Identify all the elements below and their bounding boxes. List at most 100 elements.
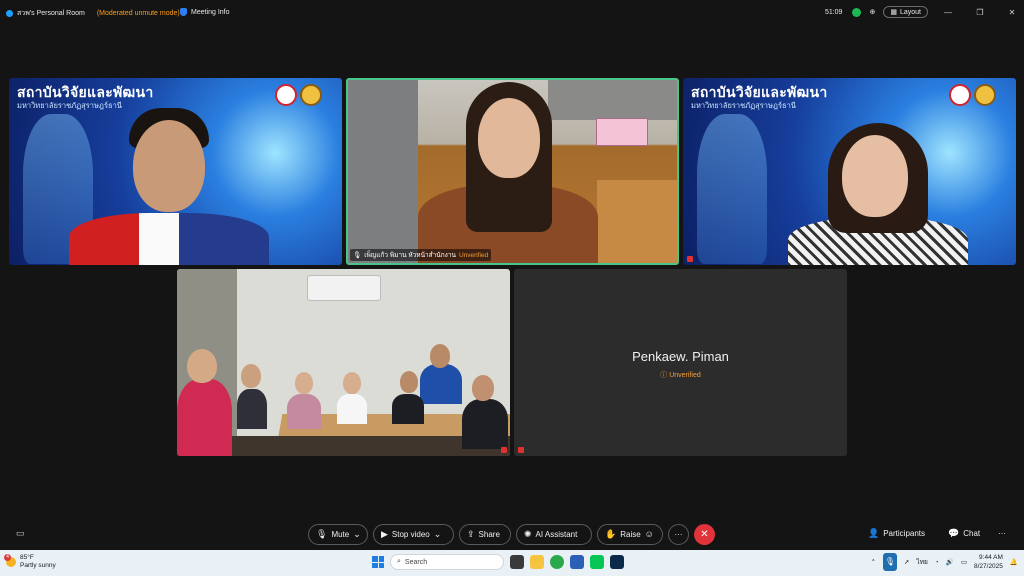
participants-icon: 👤 [868, 528, 880, 538]
notification-badge: 4 [4, 554, 11, 561]
restore-icon[interactable]: ❐ [968, 8, 992, 17]
reaction-icon[interactable]: ☺ [645, 530, 654, 539]
room-info: สวพ's Personal Room (Moderated unmute mo… [6, 8, 180, 19]
raise-hand-button[interactable]: ✋ Raise ☺ [597, 524, 663, 545]
share-button[interactable]: ⇪ Share [459, 524, 511, 545]
stop-video-label: Stop video [391, 530, 430, 539]
more-label: ··· [674, 530, 683, 539]
warning-icon: ⓘ [660, 372, 668, 379]
participants-button[interactable]: 👤 Participants [868, 528, 926, 539]
background-statue [697, 114, 767, 264]
unverified-badge: Unverified [458, 251, 489, 259]
zoom-icon[interactable]: ⊕ [869, 8, 875, 16]
windows-taskbar: 4 85°F Partly sunny ⌕ Search ⌃ 🎙 ➚ ไทย ◔… [0, 550, 1024, 576]
end-meeting-button[interactable]: ✕ [694, 524, 715, 545]
muted-mic-icon [501, 447, 507, 453]
background-org-subtitle: มหาวิทยาลัยราชภัฏสุราษฎร์ธานี [691, 101, 796, 110]
chevron-down-icon[interactable]: ⌄ [353, 530, 361, 539]
video-tile-penkaew[interactable]: Penkaew. Piman ⓘ Unverified [514, 269, 847, 456]
mic-in-use-icon[interactable]: 🎙 [882, 553, 897, 571]
participant-name: เพ็ญแก้ว พิมาน หัวหน้าสำนักงาน [364, 252, 456, 259]
meeting-timer: 51:09 [824, 8, 843, 16]
file-explorer-icon[interactable] [530, 555, 544, 569]
taskbar-search[interactable]: ⌕ Search [390, 554, 504, 570]
participants-label: Participants [883, 529, 926, 538]
emblem-icon [300, 84, 322, 106]
chat-button[interactable]: 💬 Chat [948, 528, 981, 539]
microphone-icon: 🎙 [316, 529, 328, 539]
chevron-down-icon[interactable]: ⌄ [434, 530, 442, 539]
logo-icon [275, 84, 297, 106]
meeting-controls: ▭ 🎙 Mute ⌄ ▶ Stop video ⌄ ⇪ Share ✺ AI A… [0, 522, 1024, 548]
participant-name: Penkaew. Piman [632, 349, 729, 364]
participant-video [788, 123, 968, 265]
title-bar: สวพ's Personal Room (Moderated unmute mo… [0, 0, 1024, 24]
video-tile-active-speaker[interactable]: 🎙 เพ็ญแก้ว พิมาน หัวหน้าสำนักงาน Unverif… [346, 78, 679, 265]
weather-temp: 85°F [20, 554, 34, 561]
titlebar-right: 51:09 ⊕ ▦ Layout — ❐ ✕ [825, 6, 1024, 18]
ai-assistant-label: AI Assistant [535, 530, 578, 539]
captions-icon[interactable]: ▭ [16, 528, 25, 539]
battery-icon[interactable]: ▭ [961, 558, 967, 566]
ai-assistant-icon: ✺ [524, 529, 532, 539]
share-label: Share [478, 530, 500, 539]
chat-icon: 💬 [948, 528, 960, 538]
windows-start-icon[interactable] [372, 556, 384, 568]
layout-label: Layout [899, 8, 921, 16]
line-app-icon[interactable] [590, 555, 604, 569]
mic-icon: 🎙 [353, 252, 362, 259]
video-tile-participant-3[interactable]: สถาบันวิจัยและพัฒนา มหาวิทยาลัยราชภัฏสุร… [683, 78, 1016, 265]
meeting-info-label: Meeting Info [191, 8, 230, 16]
webex-logo-icon [6, 10, 13, 17]
notifications-icon[interactable]: 🔔 [1010, 558, 1018, 566]
hand-icon: ✋ [605, 529, 617, 539]
language-indicator[interactable]: ไทย [916, 557, 927, 567]
volume-icon[interactable]: 🔊 [946, 558, 954, 566]
system-tray: ⌃ 🎙 ➚ ไทย ◔ 🔊 ▭ 9:44 AM 8/27/2025 🔔 [871, 553, 1018, 571]
background-logos [949, 84, 996, 106]
chevron-up-icon[interactable]: ⌃ [871, 558, 876, 566]
search-icon: ⌕ [397, 558, 401, 565]
task-view-icon[interactable] [510, 555, 524, 569]
camera-icon: ▶ [381, 529, 388, 539]
connection-status-icon[interactable] [852, 7, 862, 17]
clock-date: 8/27/2025 [973, 563, 1003, 570]
chat-label: Chat [963, 529, 981, 538]
stop-video-button[interactable]: ▶ Stop video ⌄ [373, 524, 454, 545]
video-tile-participant-1[interactable]: สถาบันวิจัยและพัฒนา มหาวิทยาลัยราชภัฏสุร… [9, 78, 342, 265]
pen-icon[interactable]: ➚ [904, 558, 909, 566]
weather-widget[interactable]: 4 85°F Partly sunny [4, 554, 56, 570]
partly-sunny-icon: 4 [4, 554, 16, 567]
air-conditioner [307, 275, 381, 301]
clock-time: 9:44 AM [979, 554, 1003, 561]
room-name: สวพ's Personal Room [17, 10, 85, 17]
share-icon: ⇪ [467, 529, 475, 539]
clock[interactable]: 9:44 AM 8/27/2025 [974, 553, 1003, 571]
layout-button[interactable]: ▦ Layout [883, 6, 928, 18]
conference-room-video [177, 269, 510, 456]
ai-assistant-button[interactable]: ✺ AI Assistant [516, 524, 592, 545]
minimize-icon[interactable]: — [936, 8, 960, 17]
mute-button[interactable]: 🎙 Mute ⌄ [308, 524, 368, 545]
overflow-label: ··· [998, 529, 1006, 538]
layout-icon: ▦ [890, 9, 897, 16]
muted-mic-icon [687, 256, 693, 262]
moderated-mode-label: (Moderated unmute mode) [96, 10, 180, 17]
taskbar-apps: ⌕ Search [372, 554, 624, 570]
logo-icon [949, 84, 971, 106]
wifi-icon[interactable]: ◔ [935, 559, 939, 566]
overflow-menu-button[interactable]: ··· [998, 529, 1006, 538]
close-icon[interactable]: ✕ [1000, 8, 1024, 17]
video-tile-conference-room[interactable] [177, 269, 510, 456]
participant-video [408, 80, 608, 263]
search-placeholder: Search [404, 558, 428, 566]
more-options-button[interactable]: ··· [668, 524, 689, 545]
word-icon[interactable] [570, 555, 584, 569]
raise-label: Raise [620, 530, 641, 539]
mute-label: Mute [331, 530, 350, 539]
meeting-info-button[interactable]: Meeting Info [180, 8, 230, 16]
webex-app-icon[interactable] [610, 555, 624, 569]
weather-desc: Partly sunny [20, 562, 56, 569]
shield-icon [180, 8, 187, 16]
chrome-icon[interactable] [550, 555, 564, 569]
